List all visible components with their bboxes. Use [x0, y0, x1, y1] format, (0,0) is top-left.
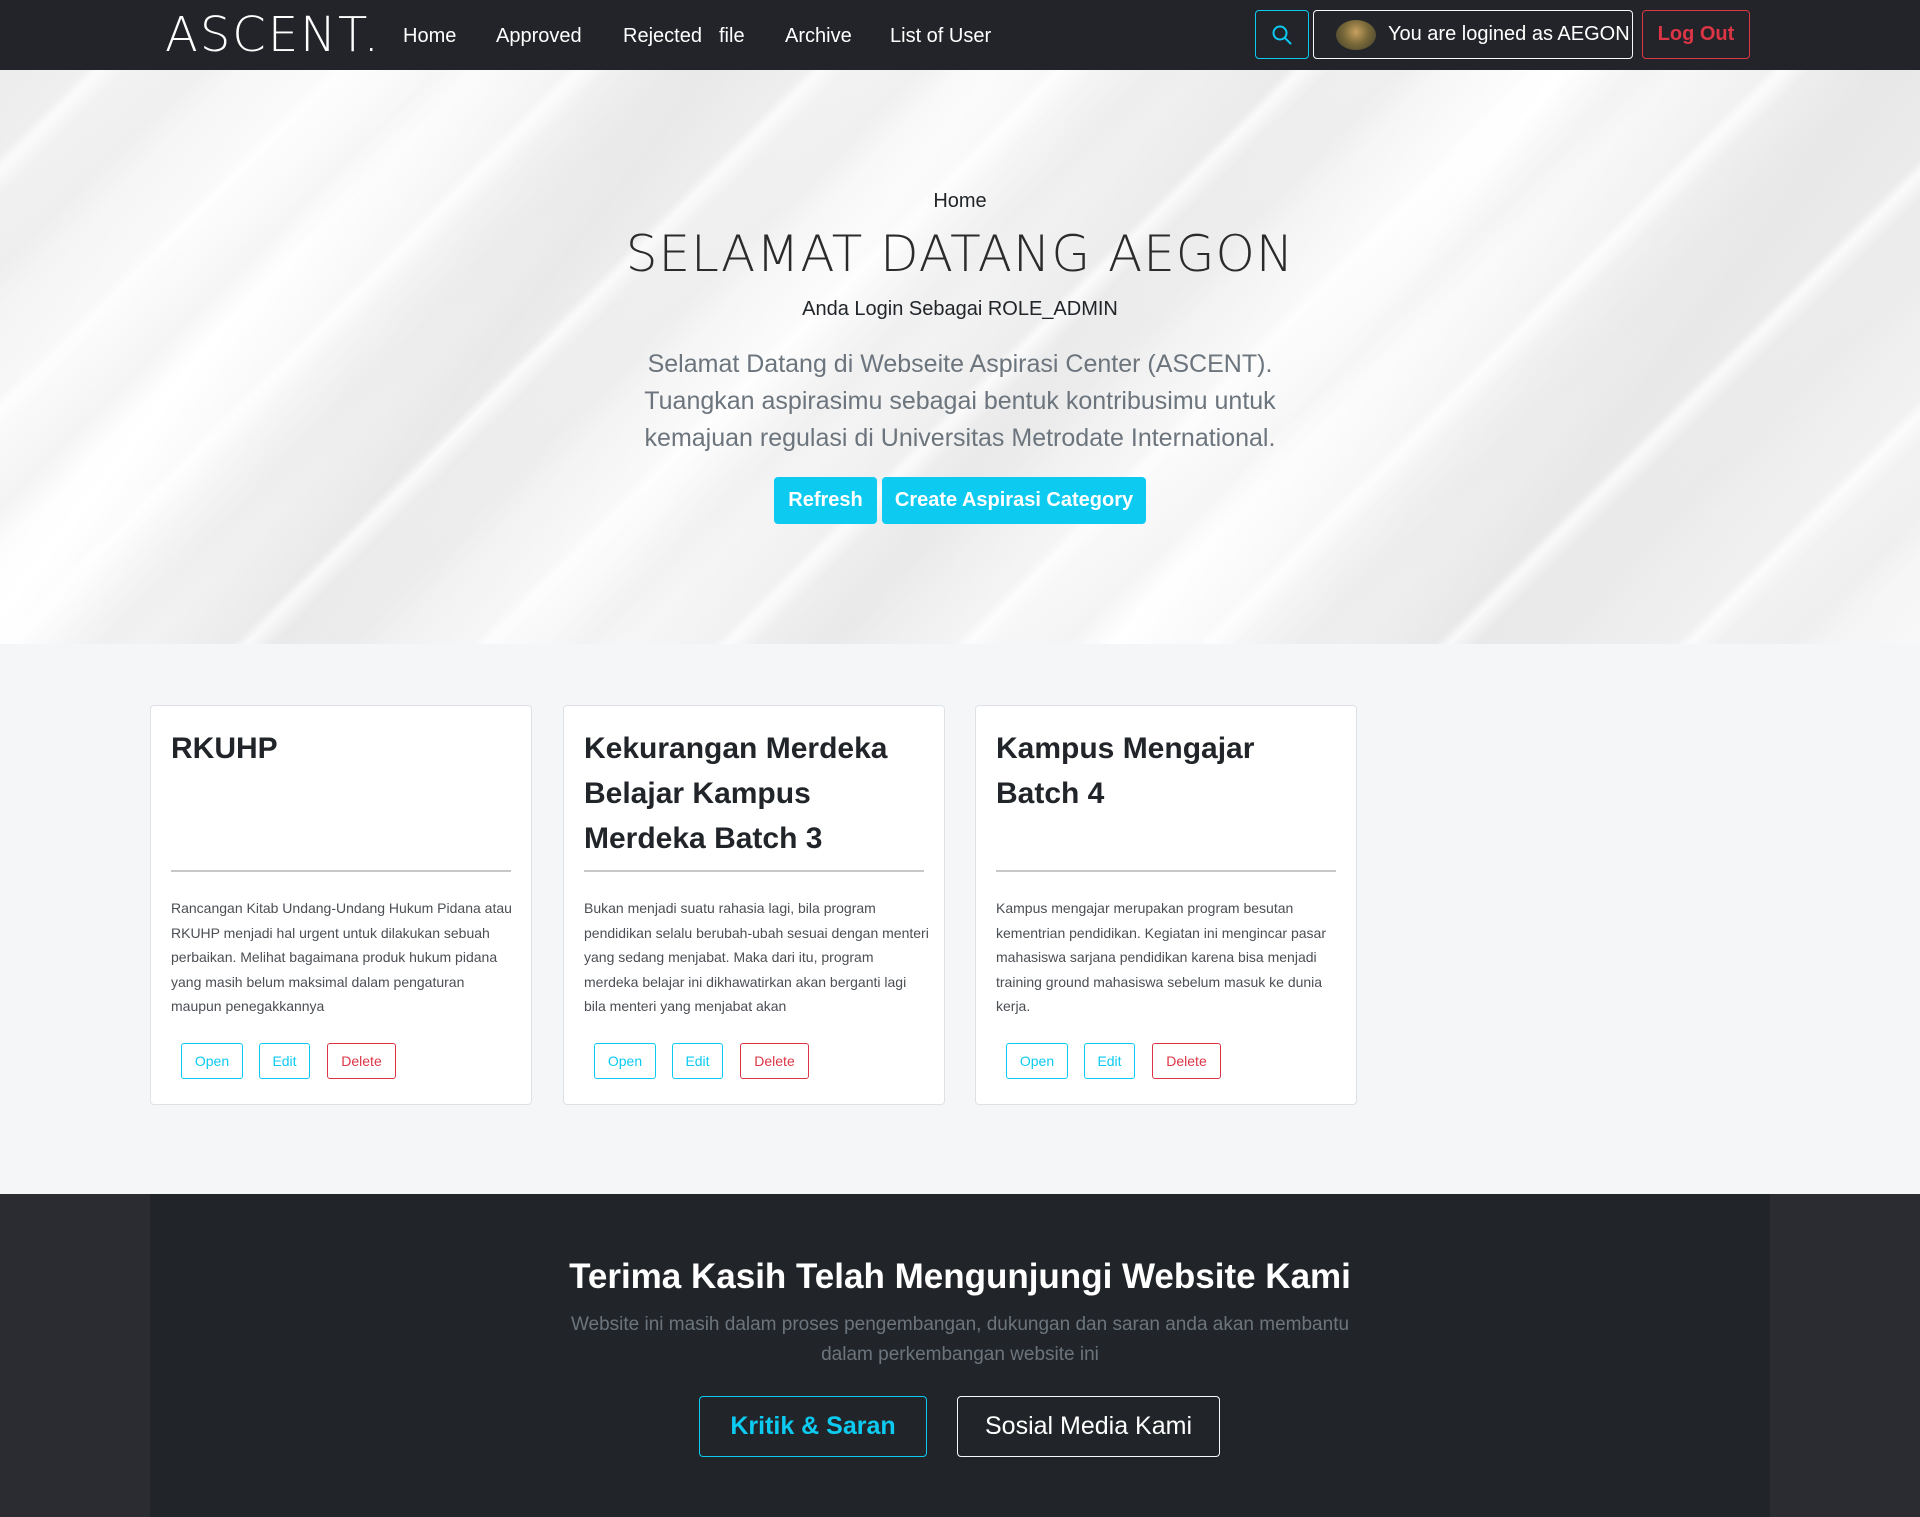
delete-button[interactable]: Delete [1152, 1043, 1221, 1079]
create-aspirasi-category-button[interactable]: Create Aspirasi Category [882, 477, 1146, 524]
card-description: Kampus mengajar merupakan program besuta… [996, 900, 1326, 1014]
edit-button[interactable]: Edit [1084, 1043, 1135, 1079]
open-button[interactable]: Open [1006, 1043, 1068, 1079]
card-title: Kampus Mengajar Batch 4 [996, 732, 1255, 810]
aspirasi-card: RKUHP Rancangan Kitab Undang-Undang Huku… [150, 705, 532, 1105]
avatar [1336, 19, 1376, 50]
card-title: Kekurangan Merdeka Belajar Kampus Merdek… [584, 732, 888, 855]
nav-link-file[interactable]: file [719, 23, 745, 49]
footer-title: Terima Kasih Telah Mengunjungi Website K… [569, 1257, 1351, 1296]
sosial-media-button[interactable]: Sosial Media Kami [957, 1396, 1220, 1457]
refresh-button[interactable]: Refresh [774, 477, 877, 524]
footer-text: Website ini masih dalam proses pengemban… [570, 1314, 1350, 1365]
delete-button[interactable]: Delete [740, 1043, 809, 1079]
breadcrumb: Home [933, 190, 987, 212]
top-navbar: ASCENT. Home Approved Rejected file Arch… [0, 0, 1920, 70]
nav-link-list-of-user[interactable]: List of User [890, 23, 991, 49]
user-account-button[interactable]: You are logined as AEGON [1313, 10, 1633, 59]
nav-link-rejected[interactable]: Rejected [623, 23, 702, 49]
edit-button[interactable]: Edit [672, 1043, 723, 1079]
hero-lead-text: Selamat Datang di Webseite Aspirasi Cent… [644, 350, 1276, 452]
search-button[interactable] [1255, 10, 1309, 59]
page-title: SELAMAT DATANG AEGON [625, 225, 1295, 283]
aspirasi-card: Kekurangan Merdeka Belajar Kampus Merdek… [563, 705, 945, 1105]
search-icon [1272, 25, 1292, 44]
delete-button[interactable]: Delete [327, 1043, 396, 1079]
card-divider [996, 870, 1336, 872]
open-button[interactable]: Open [594, 1043, 656, 1079]
nav-link-approved[interactable]: Approved [496, 23, 582, 49]
hero-section: Home SELAMAT DATANG AEGON Anda Login Seb… [0, 70, 1920, 644]
card-title: RKUHP [171, 732, 278, 765]
brand-logo[interactable]: ASCENT. [165, 10, 381, 60]
edit-button[interactable]: Edit [259, 1043, 310, 1079]
nav-link-archive[interactable]: Archive [785, 23, 852, 49]
role-text: Anda Login Sebagai ROLE_ADMIN [802, 298, 1118, 320]
aspirasi-card: Kampus Mengajar Batch 4 Kampus mengajar … [975, 705, 1357, 1105]
user-label: You are logined as AEGON [1388, 23, 1630, 45]
kritik-saran-button[interactable]: Kritik & Saran [699, 1396, 927, 1457]
card-description: Bukan menjadi suatu rahasia lagi, bila p… [584, 900, 929, 1014]
card-description: Rancangan Kitab Undang-Undang Hukum Pida… [171, 900, 512, 1014]
nav-link-home[interactable]: Home [403, 23, 456, 49]
card-divider [584, 870, 924, 872]
card-divider [171, 870, 511, 872]
open-button[interactable]: Open [181, 1043, 243, 1079]
logout-button[interactable]: Log Out [1642, 10, 1750, 59]
